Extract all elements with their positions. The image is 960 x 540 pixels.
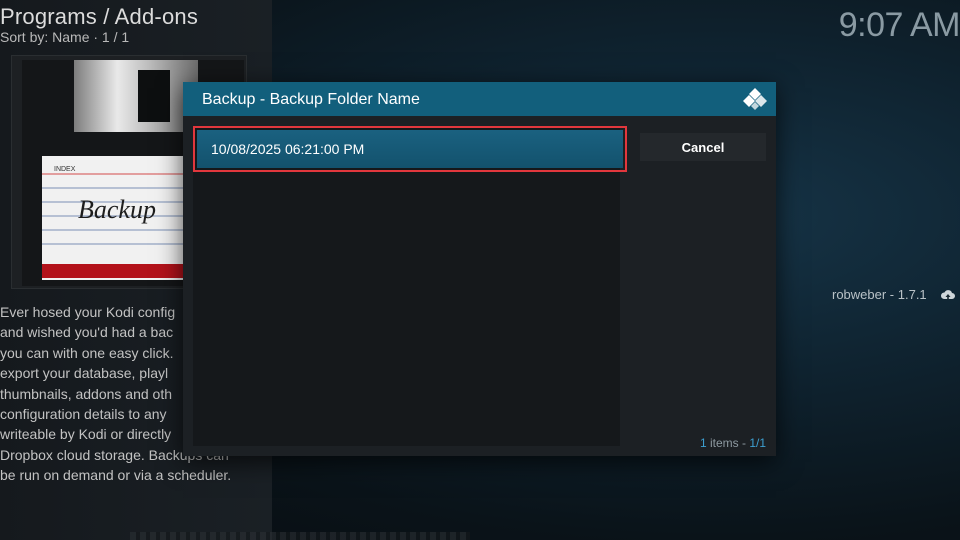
- bottom-decoration: [130, 532, 470, 540]
- kodi-screen: Programs / Add-ons Sort by: Name · 1 / 1…: [0, 0, 960, 540]
- clock: 9:07 AM: [838, 6, 960, 44]
- select-dialog: Backup - Backup Folder Name 10/08/2025 0…: [183, 82, 776, 456]
- list-item-label: 10/08/2025 06:21:00 PM: [211, 141, 365, 157]
- item-count: 1 items - 1/1: [700, 436, 766, 450]
- cancel-button[interactable]: Cancel: [640, 133, 766, 161]
- item-count-number: 1: [699, 436, 707, 450]
- page-title: Programs / Add-ons: [0, 4, 199, 29]
- dialog-header: Backup - Backup Folder Name: [183, 82, 776, 116]
- list-item-backup-folder[interactable]: 10/08/2025 06:21:00 PM: [193, 126, 627, 172]
- sort-indicator: Sort by: Name · 1 / 1: [0, 29, 130, 45]
- dialog-title: Backup - Backup Folder Name: [202, 91, 420, 108]
- cloud-upload-icon: [940, 290, 955, 300]
- addon-author-version: robweber - 1.7.1: [832, 287, 927, 302]
- item-count-page: 1/1: [749, 436, 766, 450]
- kodi-logo-icon: [743, 88, 767, 110]
- item-count-text: items -: [706, 436, 750, 450]
- art-label-index: INDEX: [54, 166, 76, 173]
- art-label-title: Backup: [78, 195, 156, 224]
- folder-list: 10/08/2025 06:21:00 PM: [193, 126, 627, 446]
